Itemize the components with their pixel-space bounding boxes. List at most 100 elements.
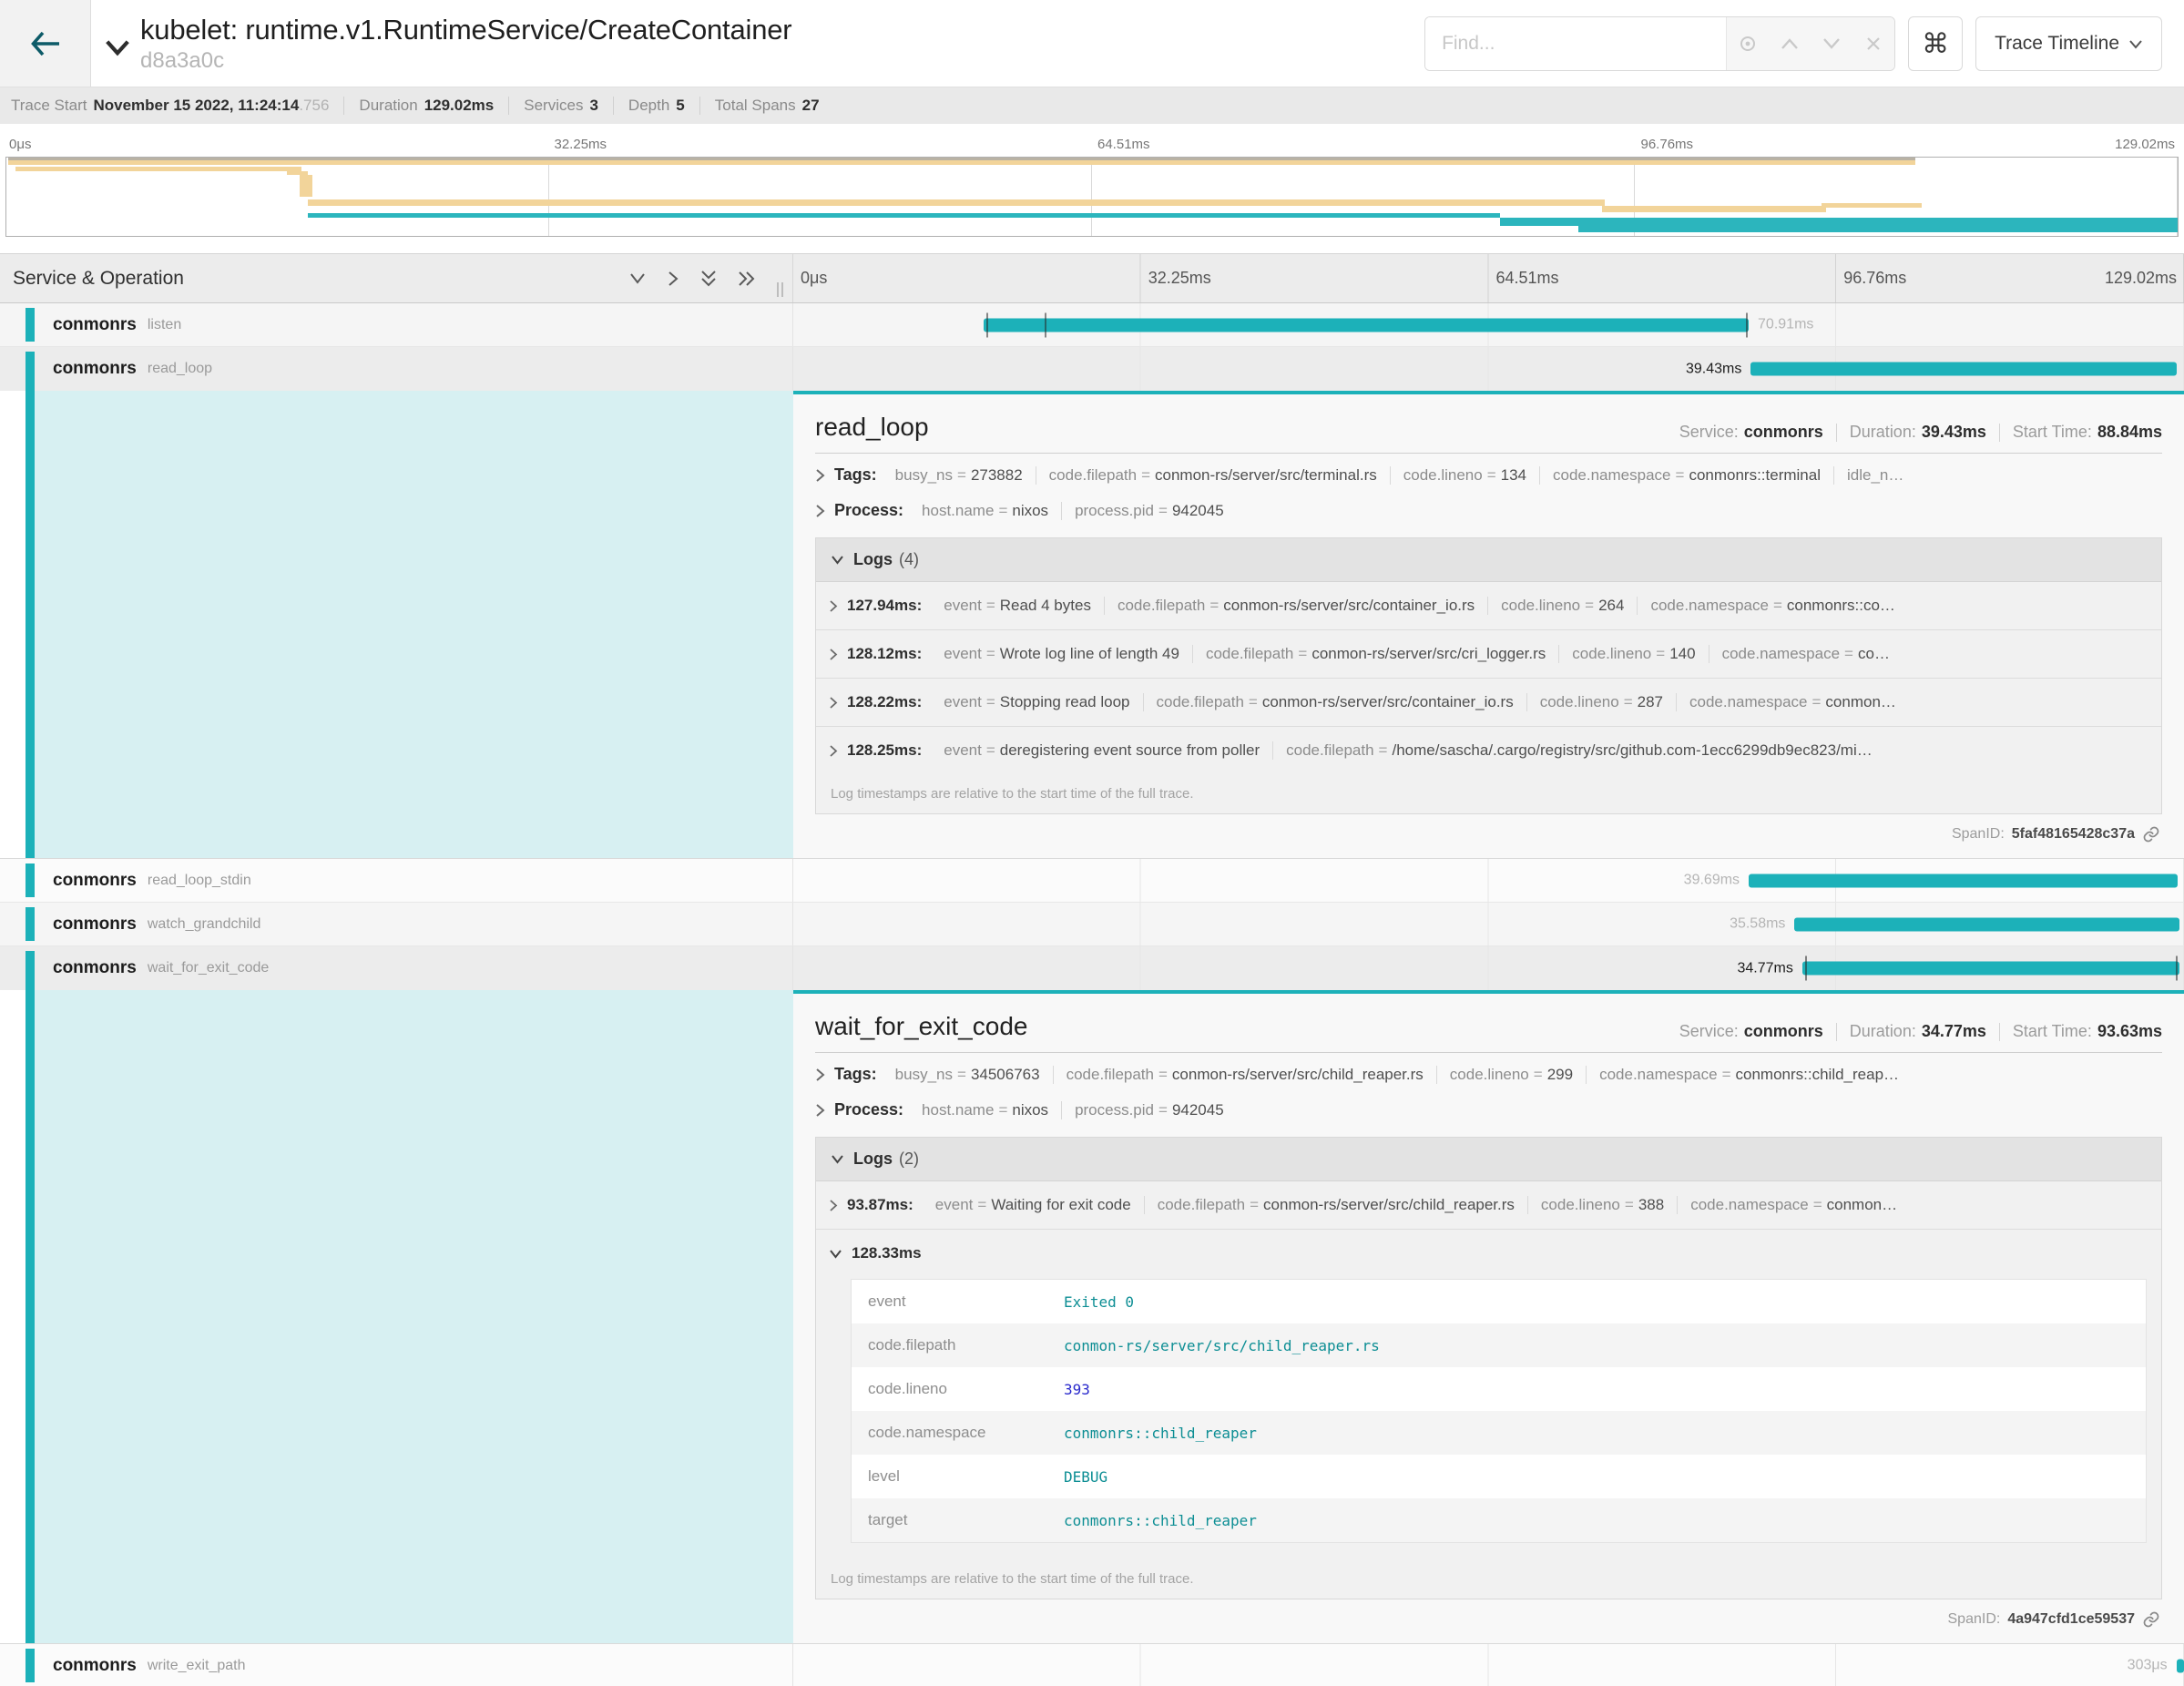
- prev-match-button[interactable]: [1769, 17, 1811, 70]
- span-name-cell[interactable]: conmonrs listen: [0, 303, 793, 346]
- process-row[interactable]: Process: host.name=nixos process.pid=942…: [793, 489, 2184, 525]
- focus-match-button[interactable]: [1727, 17, 1769, 70]
- service-operation-header: Service & Operation: [0, 254, 793, 302]
- process-row[interactable]: Process: host.name=nixos process.pid=942…: [793, 1088, 2184, 1124]
- span-bar[interactable]: 70.91ms: [984, 318, 1749, 332]
- span-name-cell[interactable]: conmonrs wait_for_exit_code: [0, 946, 793, 990]
- chevron-right-icon: [815, 1068, 825, 1082]
- service-name: conmonrs: [53, 1656, 137, 1676]
- span-duration-label: 39.43ms: [1686, 361, 1741, 377]
- span-name-cell[interactable]: conmonrs read_loop_stdin: [0, 859, 793, 902]
- log-entry[interactable]: 128.22ms: event=Stopping read loop code.…: [816, 678, 2161, 726]
- clear-find-button[interactable]: [1852, 17, 1894, 70]
- detail-span-meta: Service:conmonrs Duration:39.43ms Start …: [1679, 423, 2162, 442]
- span-id-row: SpanID: 5faf48165428c37a: [793, 814, 2184, 849]
- detail-panel-left-rail: [0, 391, 793, 858]
- find-input[interactable]: [1425, 17, 1726, 70]
- log-chip: event=Read 4 bytes: [931, 597, 1105, 615]
- log-entry-expanded[interactable]: 128.33ms: [816, 1229, 2161, 1277]
- process-chip: host.name=nixos: [909, 502, 1062, 520]
- span-name-cell[interactable]: conmonrs write_exit_path: [0, 1644, 793, 1686]
- chevron-right-icon: [815, 1103, 825, 1118]
- log-marker: [986, 312, 988, 337]
- collapse-trace-icon[interactable]: [104, 37, 131, 62]
- span-row-write-exit-path[interactable]: conmonrs write_exit_path 303μs: [0, 1644, 2184, 1686]
- span-timeline-cell: 34.77ms: [793, 946, 2184, 990]
- tag-chip: code.namespace=conmonrs::terminal: [1540, 466, 1834, 485]
- log-chip: code.filepath=conmon-rs/server/src/conta…: [1144, 693, 1527, 711]
- span-name-cell[interactable]: conmonrs watch_grandchild: [0, 903, 793, 945]
- detail-panel-content: read_loop Service:conmonrs Duration:39.4…: [793, 391, 2184, 858]
- span-bar[interactable]: 34.77ms: [1802, 962, 2179, 976]
- log-field-row: code.lineno393: [852, 1367, 2146, 1411]
- service-color-indicator: [26, 1649, 35, 1682]
- log-entry[interactable]: 93.87ms: event=Waiting for exit code cod…: [816, 1181, 2161, 1229]
- collapse-all-icon[interactable]: [699, 270, 718, 288]
- operation-name: read_loop_stdin: [148, 873, 251, 889]
- log-marker: [2176, 956, 2178, 981]
- chevron-down-icon: [831, 555, 844, 565]
- column-resizer[interactable]: [777, 282, 783, 297]
- tags-row[interactable]: Tags: busy_ns=273882 code.filepath=conmo…: [793, 454, 2184, 489]
- log-chip: event=deregistering event source from po…: [931, 741, 1273, 760]
- span-bar[interactable]: 303μs: [2177, 1659, 2184, 1672]
- log-field-row: targetconmonrs::child_reaper: [852, 1498, 2146, 1542]
- minimap-span-bar: [308, 213, 1500, 218]
- chevron-down-icon: [831, 1154, 844, 1164]
- tag-chip: idle_n…: [1834, 466, 1925, 485]
- locate-icon: [1738, 34, 1758, 54]
- log-field-row: code.filepathconmon-rs/server/src/child_…: [852, 1323, 2146, 1367]
- detail-panel-content: wait_for_exit_code Service:conmonrs Dura…: [793, 990, 2184, 1643]
- minimap-span-bar: [300, 175, 312, 197]
- minimap-span-bar: [1602, 206, 1826, 212]
- jaeger-trace-view: kubelet: runtime.v1.RuntimeService/Creat…: [0, 0, 2184, 1686]
- stat-depth: Depth5: [613, 97, 685, 115]
- log-chip: event=Waiting for exit code: [923, 1196, 1145, 1214]
- log-chip: event=Stopping read loop: [931, 693, 1143, 711]
- span-duration-label: 35.58ms: [1730, 916, 1785, 933]
- arrow-left-icon: [29, 30, 62, 57]
- log-entry[interactable]: 127.94ms: event=Read 4 bytes code.filepa…: [816, 582, 2161, 629]
- page-title: kubelet: runtime.v1.RuntimeService/Creat…: [140, 14, 791, 46]
- chevron-down-icon: [829, 1249, 842, 1259]
- span-row-read-loop-stdin[interactable]: conmonrs read_loop_stdin 39.69ms: [0, 859, 2184, 903]
- chevron-up-icon: [1780, 36, 1800, 51]
- span-row-watch-grandchild[interactable]: conmonrs watch_grandchild 35.58ms: [0, 903, 2184, 946]
- tag-chip: code.namespace=conmonrs::child_reap…: [1587, 1066, 1912, 1084]
- expand-one-icon[interactable]: [667, 270, 679, 288]
- tick-label: 129.02ms: [2105, 269, 2177, 288]
- tag-chip: code.filepath=conmon-rs/server/src/child…: [1054, 1066, 1437, 1084]
- span-row-wait-for-exit-code[interactable]: conmonrs wait_for_exit_code 34.77ms: [0, 946, 2184, 990]
- deep-link-icon[interactable]: [2142, 825, 2160, 843]
- minimap-span-bar: [1500, 218, 2178, 226]
- span-duration-label: 303μs: [2128, 1658, 2168, 1674]
- tag-chip: busy_ns=273882: [883, 466, 1036, 485]
- top-bar: kubelet: runtime.v1.RuntimeService/Creat…: [0, 0, 2184, 87]
- span-bar[interactable]: 39.43ms: [1750, 363, 2176, 376]
- expand-all-icon[interactable]: [738, 270, 756, 288]
- minimap-graph[interactable]: [5, 157, 2179, 237]
- log-entry[interactable]: 128.12ms: event=Wrote log line of length…: [816, 629, 2161, 678]
- span-row-listen[interactable]: conmonrs listen 70.91ms: [0, 303, 2184, 347]
- span-id-value: 5faf48165428c37a: [2012, 826, 2135, 843]
- logs-header[interactable]: Logs (2): [816, 1138, 2161, 1181]
- span-id-row: SpanID: 4a947cfd1ce59537: [793, 1599, 2184, 1634]
- span-id-value: 4a947cfd1ce59537: [2007, 1611, 2135, 1628]
- span-name-cell[interactable]: conmonrs read_loop: [0, 347, 793, 391]
- service-name: conmonrs: [53, 315, 137, 335]
- view-selector-button[interactable]: Trace Timeline: [1975, 16, 2162, 71]
- span-bar[interactable]: 39.69ms: [1749, 874, 2178, 887]
- span-bar[interactable]: 35.58ms: [1794, 917, 2179, 931]
- next-match-button[interactable]: [1811, 17, 1852, 70]
- deep-link-icon[interactable]: [2142, 1610, 2160, 1629]
- log-entry[interactable]: 128.25ms: event=deregistering event sour…: [816, 726, 2161, 774]
- tick-label: 0μs: [801, 269, 827, 288]
- back-button[interactable]: [0, 0, 91, 87]
- collapse-one-icon[interactable]: [628, 272, 647, 285]
- keyboard-shortcuts-button[interactable]: ⌘: [1908, 16, 1963, 71]
- logs-note: Log timestamps are relative to the start…: [816, 774, 2161, 813]
- span-row-read-loop[interactable]: conmonrs read_loop 39.43ms: [0, 347, 2184, 391]
- log-chip: code.namespace=conmon…: [1678, 1196, 1910, 1214]
- tags-row[interactable]: Tags: busy_ns=34506763 code.filepath=con…: [793, 1053, 2184, 1088]
- logs-header[interactable]: Logs (4): [816, 538, 2161, 582]
